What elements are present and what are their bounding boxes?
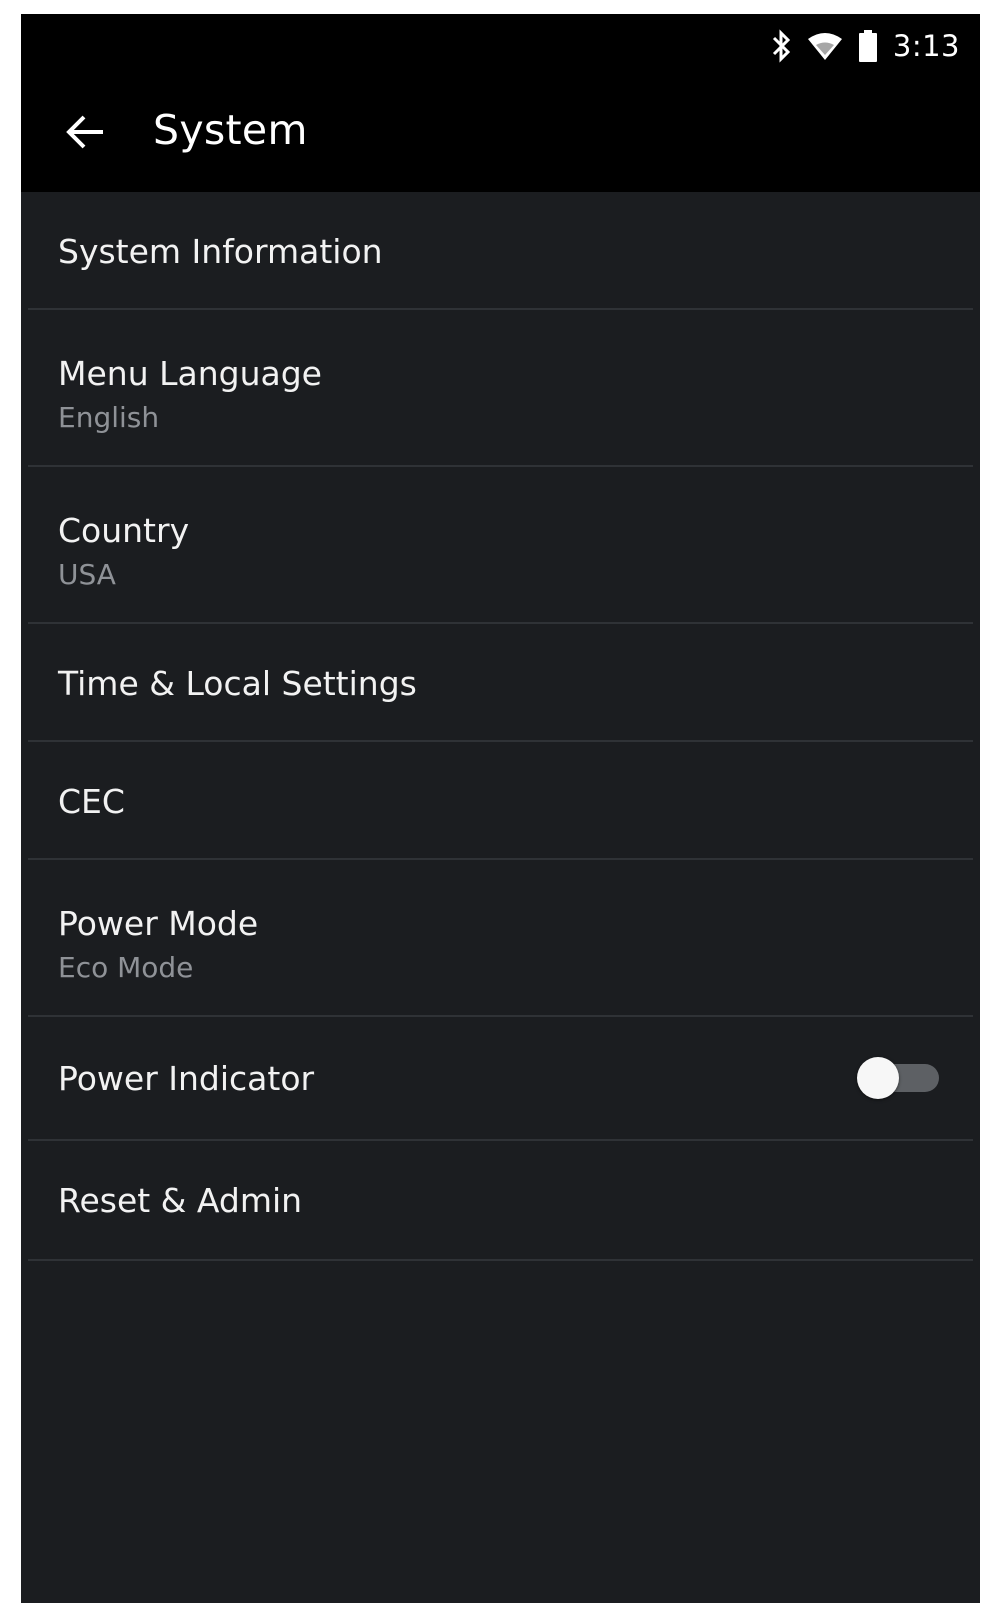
menu-item-value: English xyxy=(58,401,160,434)
menu-item-system-information[interactable]: System Information xyxy=(28,192,973,310)
menu-item-label: Power Mode xyxy=(58,904,259,943)
menu-item-label: Menu Language xyxy=(58,354,322,393)
menu-item-power-indicator[interactable]: Power Indicator xyxy=(28,1017,973,1141)
menu-item-label: Time & Local Settings xyxy=(58,664,417,703)
menu-item-menu-language[interactable]: Menu Language English xyxy=(28,310,973,467)
wifi-icon xyxy=(807,31,843,61)
menu-item-label: Country xyxy=(58,511,190,550)
back-button[interactable] xyxy=(57,108,113,160)
menu-item-value: USA xyxy=(58,558,116,591)
menu-item-value: Eco Mode xyxy=(58,951,194,984)
app-bar: System xyxy=(21,80,980,192)
bluetooth-icon xyxy=(771,29,793,63)
status-time: 3:13 xyxy=(892,29,960,63)
menu-item-power-mode[interactable]: Power Mode Eco Mode xyxy=(28,860,973,1017)
page-title: System xyxy=(153,106,308,154)
toggle-thumb xyxy=(857,1057,899,1099)
battery-icon xyxy=(857,29,879,63)
menu-item-label: System Information xyxy=(58,232,383,271)
menu-item-reset-admin[interactable]: Reset & Admin xyxy=(28,1141,973,1261)
menu-item-time-local-settings[interactable]: Time & Local Settings xyxy=(28,624,973,742)
phone-screen: 3:13 System System Information Menu Lang… xyxy=(21,14,980,1603)
menu-item-label: Power Indicator xyxy=(58,1059,315,1098)
menu-item-cec[interactable]: CEC xyxy=(28,742,973,860)
status-icons: 3:13 xyxy=(771,28,960,64)
arrow-left-icon xyxy=(65,114,105,154)
status-bar: 3:13 xyxy=(21,14,980,80)
power-indicator-toggle[interactable] xyxy=(857,1057,939,1099)
menu-item-country[interactable]: Country USA xyxy=(28,467,973,624)
menu-item-label: CEC xyxy=(58,782,125,821)
menu-item-label: Reset & Admin xyxy=(58,1181,303,1220)
settings-list: System Information Menu Language English… xyxy=(28,192,973,1261)
